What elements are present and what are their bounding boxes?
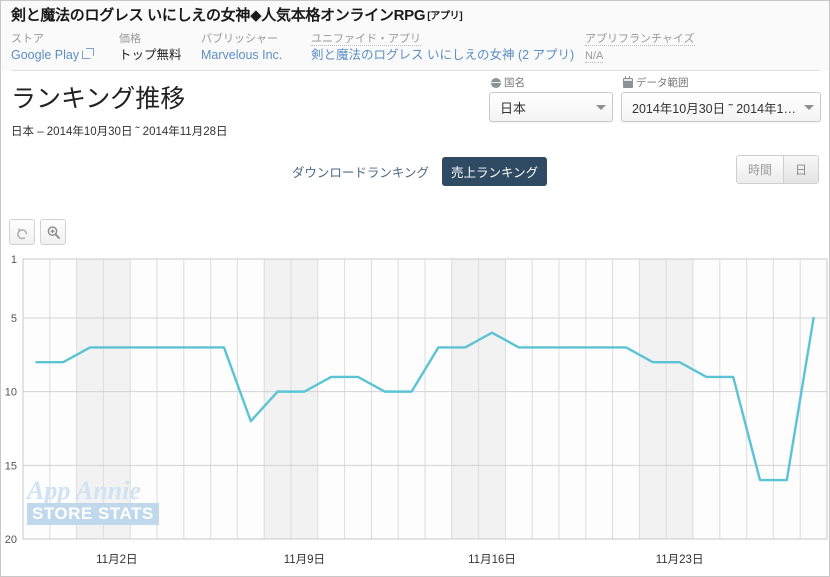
meta-label-publisher: パブリッシャー xyxy=(201,33,278,45)
meta-label-app-franchise-text: アプリフランチャイズ xyxy=(585,33,695,46)
app-franchise-value: N/A xyxy=(585,50,604,63)
store-link[interactable]: Google Play xyxy=(11,48,79,62)
svg-text:11月2日: 11月2日 xyxy=(96,554,137,566)
page-app-title: 剣と魔法のログレス いにしえの女神◆人気本格オンラインRPG [アプリ] xyxy=(11,5,819,28)
page-subtitle: 日本 – 2014年10月30日 ˜ 2014年11月28日 xyxy=(11,126,228,138)
magnifier-plus-icon xyxy=(47,225,60,239)
ranking-chart-svg: 1510152011月2日 11月9日 11月16日 11月23日 xyxy=(5,254,828,566)
daterange-selector-group: データ範囲 2014年10月30日 ˜ 2014年1… xyxy=(621,75,821,122)
globe-icon xyxy=(491,77,501,88)
tabs-row: ダウンロードランキング 売上ランキング 時間 日 xyxy=(1,151,829,191)
meta-value-unified-app: 剣と魔法のログレス いにしえの女神 (2 アプリ) xyxy=(311,46,574,64)
country-selector-group: 国名 日本 xyxy=(489,75,613,122)
undo-icon xyxy=(16,227,27,239)
selectors: 国名 日本 データ範囲 2014年10月30日 ˜ 2014年1… xyxy=(489,75,821,122)
chevron-down-icon xyxy=(804,104,814,110)
meta-col-store: ストア Google Play xyxy=(11,32,107,65)
meta-col-price: 価格 トップ無料 xyxy=(119,32,189,65)
svg-text:5: 5 xyxy=(11,313,17,325)
meta-value-price: トップ無料 xyxy=(119,48,182,62)
external-link-icon xyxy=(82,48,95,59)
svg-text:15: 15 xyxy=(5,460,17,472)
app-meta-row: ストア Google Play 価格 トップ無料 パブリッシャー Marvelo… xyxy=(11,32,819,65)
meta-label-unified-app: ユニファイド・アプリ xyxy=(311,32,573,46)
meta-value-store: Google Play xyxy=(11,46,107,64)
daterange-selector-label-text: データ範囲 xyxy=(636,77,689,89)
reset-zoom-button[interactable] xyxy=(9,219,35,245)
meta-label-price: 価格 xyxy=(119,33,141,45)
app-title-suffix: [アプリ] xyxy=(427,11,463,22)
zoom-in-button[interactable] xyxy=(40,219,66,245)
tab-download-ranking[interactable]: ダウンロードランキング xyxy=(283,157,438,186)
app-header: 剣と魔法のログレス いにしえの女神◆人気本格オンラインRPG [アプリ] ストア … xyxy=(1,1,829,71)
ranking-chart[interactable]: 1 5 10 15 20 11月2日 11月9日 11月16日 11月23日 App Annie… xyxy=(1,251,830,576)
granularity-hourly[interactable]: 時間 xyxy=(736,156,783,183)
svg-text:11月23日: 11月23日 xyxy=(656,554,704,566)
meta-value-app-franchise: N/A xyxy=(585,46,735,65)
meta-label-app-franchise: アプリフランチャイズ xyxy=(585,32,735,46)
chevron-down-icon xyxy=(596,104,606,110)
granularity-toggle: 時間 日 xyxy=(735,155,819,184)
meta-col-app-franchise: アプリフランチャイズ N/A xyxy=(585,32,735,65)
meta-label-store: ストア xyxy=(11,33,44,45)
meta-value-publisher: Marvelous Inc. xyxy=(201,46,299,64)
daterange-selector-label: データ範囲 xyxy=(621,75,821,90)
calendar-icon xyxy=(623,75,633,88)
publisher-link[interactable]: Marvelous Inc. xyxy=(201,48,282,62)
unified-app-link[interactable]: 剣と魔法のログレス いにしえの女神 (2 アプリ) xyxy=(311,48,574,62)
svg-text:20: 20 xyxy=(5,534,17,546)
svg-text:10: 10 xyxy=(5,387,17,399)
chart-toolbar xyxy=(9,219,66,245)
meta-label-unified-app-text: ユニファイド・アプリ xyxy=(311,33,421,46)
daterange-dropdown-value: 2014年10月30日 ˜ 2014年1… xyxy=(632,101,796,116)
svg-text:11月16日: 11月16日 xyxy=(468,554,516,566)
country-selector-label-text: 国名 xyxy=(504,77,525,89)
daterange-dropdown[interactable]: 2014年10月30日 ˜ 2014年1… xyxy=(621,92,821,122)
app-title-text: 剣と魔法のログレス いにしえの女神◆人気本格オンラインRPG xyxy=(11,7,426,24)
svg-text:11月9日: 11月9日 xyxy=(284,554,325,566)
title-block: ランキング推移 日本 – 2014年10月30日 ˜ 2014年11月28日 国… xyxy=(1,71,829,139)
country-selector-label: 国名 xyxy=(489,75,613,90)
granularity-daily[interactable]: 日 xyxy=(782,156,818,183)
tab-revenue-ranking[interactable]: 売上ランキング xyxy=(442,157,548,186)
ranking-history-page: 剣と魔法のログレス いにしえの女神◆人気本格オンラインRPG [アプリ] ストア … xyxy=(0,0,830,577)
ranking-tabs: ダウンロードランキング 売上ランキング xyxy=(1,157,829,186)
meta-col-unified-app: ユニファイド・アプリ 剣と魔法のログレス いにしえの女神 (2 アプリ) xyxy=(311,32,574,65)
country-dropdown-value: 日本 xyxy=(500,100,527,116)
country-dropdown[interactable]: 日本 xyxy=(489,92,613,122)
meta-col-publisher: パブリッシャー Marvelous Inc. xyxy=(201,32,299,65)
svg-text:1: 1 xyxy=(11,254,17,266)
